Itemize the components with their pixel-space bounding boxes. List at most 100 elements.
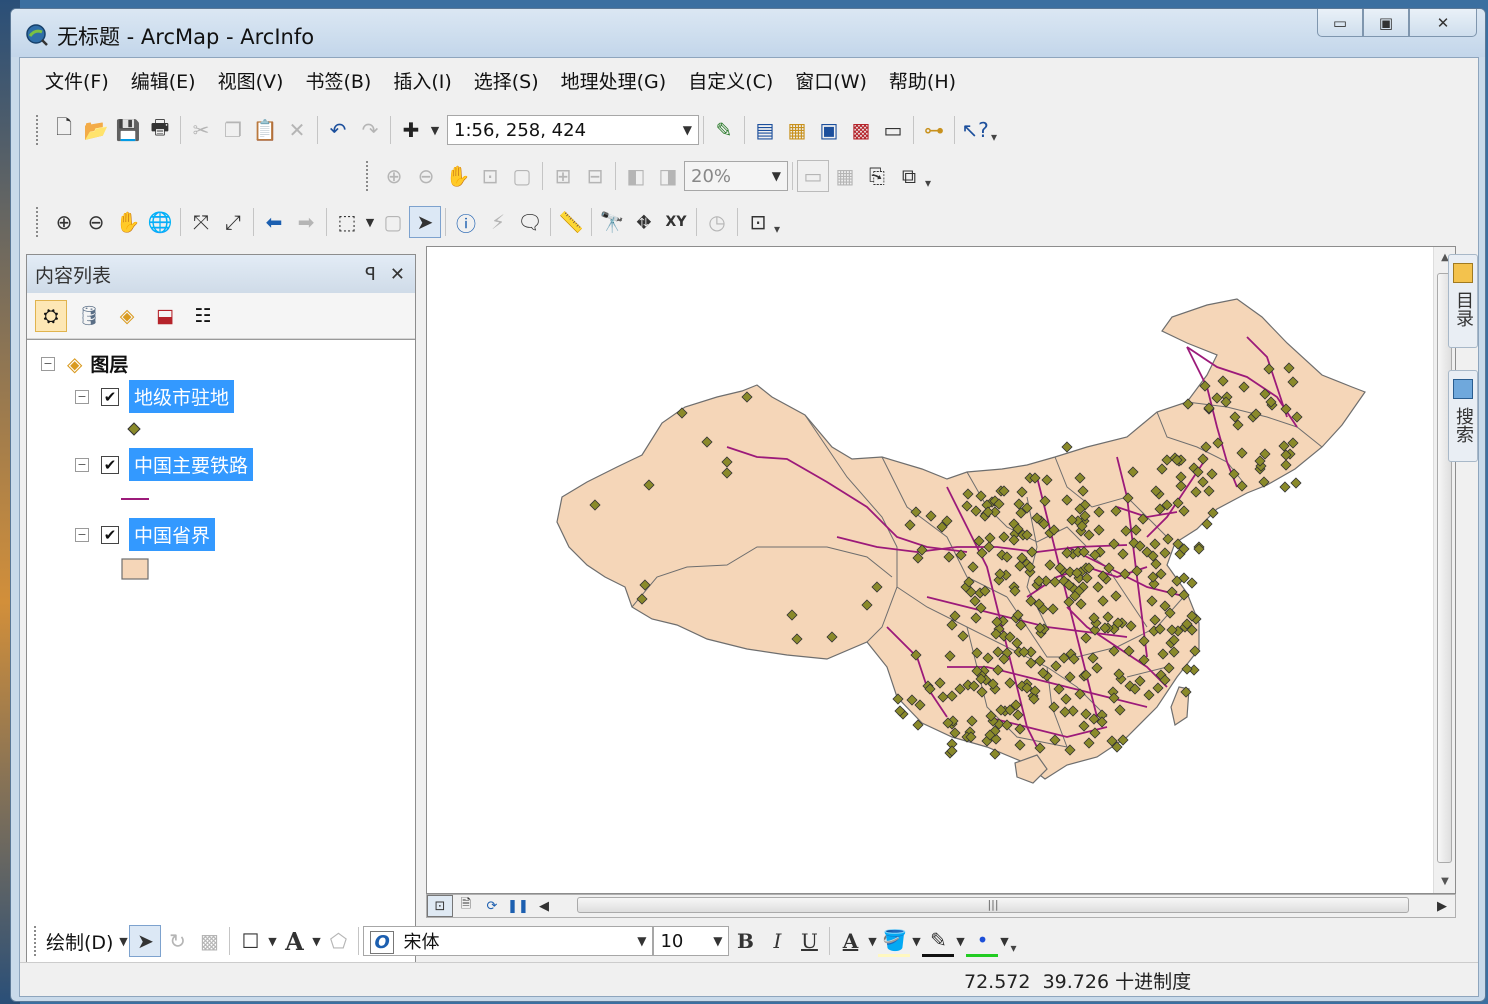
edit-vertices-icon[interactable]: ⬠ (322, 925, 354, 957)
list-by-drawing-order-icon[interactable]: ⛭ (35, 299, 67, 332)
line-color-icon[interactable]: ✎ (922, 925, 955, 957)
chevron-down-icon[interactable]: ▼ (637, 934, 646, 948)
go-forward-extent-icon[interactable]: ◨ (652, 160, 684, 192)
print-icon[interactable]: 🖶 (144, 114, 176, 146)
python-icon[interactable]: ▭ (877, 114, 909, 146)
data-view-icon[interactable]: ⊡ (427, 895, 453, 917)
draw-menu[interactable]: 绘制(D) (46, 928, 113, 955)
scroll-left-icon[interactable]: ◀ (531, 895, 557, 917)
layout-view-icon[interactable]: 🗎 (453, 895, 479, 917)
full-extent-icon[interactable]: 🌐 (144, 206, 176, 238)
zoom-100-percent-icon[interactable]: ▢ (506, 160, 538, 192)
toolbar-grip[interactable] (34, 926, 40, 956)
toolbar-grip[interactable] (36, 115, 42, 145)
layer-row-cities[interactable]: − ✔ 地级市驻地 (75, 380, 235, 413)
collapse-icon[interactable]: − (75, 527, 89, 542)
fixed-zoom-in-icon[interactable]: ⤧ (185, 206, 217, 238)
layer-label-provinces[interactable]: 中国省界 (129, 518, 216, 551)
toolbar-grip[interactable] (366, 161, 372, 191)
marker-color-dropdown-icon[interactable]: ▼ (998, 925, 1010, 957)
toolbar-options-icon[interactable]: ▾ (991, 116, 1001, 144)
layout-zoom-combo[interactable]: 20% ▼ (684, 161, 788, 191)
undo-icon[interactable]: ↶ (322, 114, 354, 146)
select-features-icon[interactable]: ⬚ (331, 206, 363, 238)
refresh-icon[interactable]: ⟳ (479, 895, 505, 917)
select-elements-icon[interactable]: ➤ (409, 206, 441, 238)
identify-icon[interactable]: ⓘ (450, 206, 482, 238)
scroll-right-icon[interactable]: ▶ (1429, 895, 1455, 917)
model-builder-icon[interactable]: ⊶ (918, 114, 950, 146)
menu-geoprocessing[interactable]: 地理处理(G) (550, 67, 678, 94)
create-viewer-window-icon[interactable]: ⊡ (742, 206, 774, 238)
toolbar-options-icon[interactable]: ▾ (925, 162, 935, 190)
text-tool-icon[interactable]: A (278, 925, 310, 957)
find-route-icon[interactable]: ⛖ (628, 206, 660, 238)
menu-selection[interactable]: 选择(S) (463, 67, 550, 94)
clear-selection-icon[interactable]: ▢ (377, 206, 409, 238)
layer-label-cities[interactable]: 地级市驻地 (129, 380, 235, 413)
menu-file[interactable]: 文件(F) (34, 67, 120, 94)
change-layout-icon[interactable]: ⎘ (861, 160, 893, 192)
menu-help[interactable]: 帮助(H) (878, 67, 967, 94)
draw-menu-dropdown-icon[interactable]: ▼ (117, 925, 129, 957)
font-name-combo[interactable]: O 宋体 ▼ (363, 926, 654, 956)
layout-zoom-in-icon[interactable]: ⊕ (378, 160, 410, 192)
font-color-icon[interactable]: A (834, 925, 866, 957)
pause-drawing-icon[interactable]: ❚❚ (505, 895, 531, 917)
collapse-icon[interactable]: − (75, 457, 89, 472)
menu-edit[interactable]: 编辑(E) (120, 67, 207, 94)
fixed-zoom-out-icon[interactable]: ⤢ (217, 206, 249, 238)
fill-color-icon[interactable]: 🪣 (878, 925, 911, 957)
zoom-whole-page-icon[interactable]: ⊡ (474, 160, 506, 192)
toolbar-options-icon[interactable]: ▾ (774, 208, 784, 236)
go-to-xy-icon[interactable]: XY (660, 206, 692, 238)
zoom-to-selected-elements-icon[interactable]: ▩ (193, 925, 225, 957)
font-size-combo[interactable]: 10 ▼ (653, 926, 730, 956)
fill-color-dropdown-icon[interactable]: ▼ (910, 925, 922, 957)
layers-group-row[interactable]: − ◈ 图层 (41, 350, 128, 377)
copy-icon[interactable]: ❐ (217, 114, 249, 146)
search-window-icon[interactable]: ▣ (813, 114, 845, 146)
fixed-zoom-out-layout-icon[interactable]: ⊟ (579, 160, 611, 192)
open-icon[interactable]: 📂 (80, 114, 112, 146)
close-button[interactable]: ✕ (1409, 9, 1477, 37)
options-icon[interactable]: ☷ (187, 300, 219, 332)
paste-icon[interactable]: 📋 (249, 114, 281, 146)
measure-icon[interactable]: 📏 (555, 206, 587, 238)
underline-button[interactable]: U (793, 925, 825, 957)
layer-visibility-checkbox[interactable]: ✔ (101, 455, 119, 474)
cut-icon[interactable]: ✂ (185, 114, 217, 146)
zoom-in-icon[interactable]: ⊕ (48, 206, 80, 238)
text-dropdown-icon[interactable]: ▼ (310, 925, 322, 957)
close-icon[interactable]: ✕ (390, 264, 405, 285)
collapse-icon[interactable]: − (75, 389, 89, 404)
list-by-source-icon[interactable]: 🛢 (73, 300, 105, 332)
menu-windows[interactable]: 窗口(W) (784, 67, 878, 94)
back-extent-icon[interactable]: ⬅ (258, 206, 290, 238)
menu-view[interactable]: 视图(V) (207, 67, 295, 94)
table-of-contents-icon[interactable]: ▤ (749, 114, 781, 146)
layer-visibility-checkbox[interactable]: ✔ (101, 525, 119, 544)
italic-button[interactable]: I (761, 925, 793, 957)
map-display[interactable]: ▲ ▼ (426, 246, 1456, 894)
data-driven-pages-icon[interactable]: ⧉ (893, 160, 925, 192)
pin-icon[interactable]: ꟼ (365, 264, 376, 285)
layer-row-provinces[interactable]: − ✔ 中国省界 (75, 518, 216, 551)
save-icon[interactable]: 💾 (112, 114, 144, 146)
toggle-draft-mode-icon[interactable]: ▭ (797, 160, 829, 192)
layer-row-railways[interactable]: − ✔ 中国主要铁路 (75, 448, 254, 481)
chevron-down-icon[interactable]: ▼ (772, 169, 781, 183)
pan-icon[interactable]: ✋ (112, 206, 144, 238)
bold-button[interactable]: B (729, 925, 761, 957)
focus-data-frame-icon[interactable]: ▦ (829, 160, 861, 192)
add-data-dropdown-icon[interactable]: ▼ (427, 114, 443, 146)
china-map-canvas[interactable] (427, 247, 1435, 893)
select-elements-icon[interactable]: ➤ (129, 925, 162, 957)
chevron-down-icon[interactable]: ▼ (683, 123, 692, 137)
chevron-down-icon[interactable]: ▼ (713, 934, 722, 948)
hyperlink-icon[interactable]: ⚡ (482, 206, 514, 238)
delete-icon[interactable]: ✕ (281, 114, 313, 146)
add-data-icon[interactable]: ✚ (395, 114, 427, 146)
editor-toolbar-icon[interactable]: ✎ (708, 114, 740, 146)
scroll-down-icon[interactable]: ▼ (1434, 871, 1456, 893)
